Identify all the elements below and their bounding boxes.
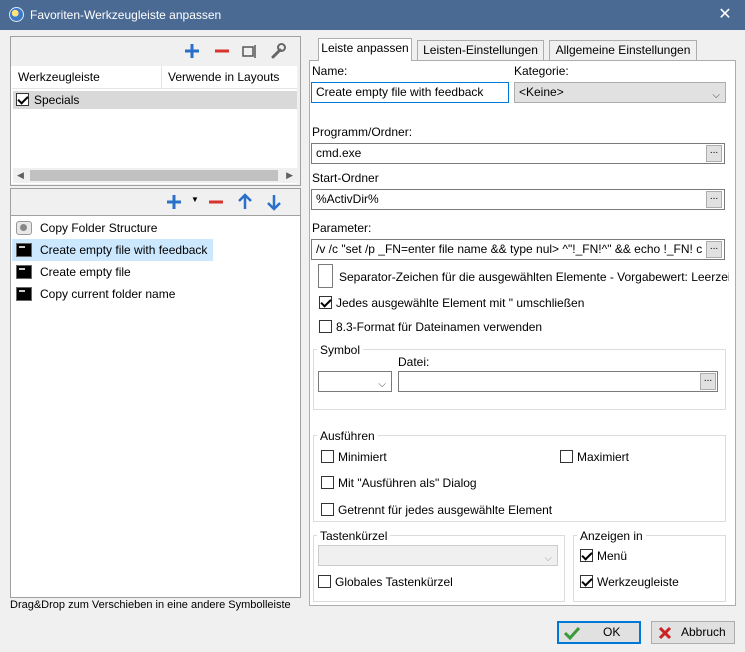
program-input[interactable]: cmd.exe — [311, 143, 725, 164]
execute-group-title: Ausführen — [317, 429, 378, 443]
tab-leisten-einstellungen[interactable]: Leisten-Einstellungen — [417, 40, 544, 60]
file-label: Datei: — [398, 355, 430, 369]
category-select[interactable]: <Keine> ⌵ — [514, 82, 726, 103]
layout-icon[interactable] — [240, 41, 260, 61]
program-label: Programm/Ordner: — [312, 125, 413, 139]
gear-icon — [16, 221, 32, 235]
global-hotkey-checkbox[interactable] — [318, 575, 331, 588]
runas-label: Mit "Ausführen als" Dialog — [338, 476, 477, 490]
file-browse-button[interactable]: ... — [700, 373, 716, 390]
minimized-checkbox[interactable] — [321, 450, 334, 463]
console-icon — [16, 243, 32, 257]
parameter-browse-button[interactable]: ... — [706, 241, 722, 258]
maximized-checkbox[interactable] — [560, 450, 573, 463]
console-icon — [16, 265, 32, 279]
commands-toolbar: ▼ — [164, 191, 294, 213]
quote-label: Jedes ausgewählte Element mit " umschlie… — [336, 296, 585, 310]
minimized-label: Minimiert — [338, 450, 387, 464]
tab-leiste-anpassen[interactable]: Leiste anpassen — [318, 38, 412, 61]
scroll-thumb[interactable] — [30, 170, 278, 181]
list-item[interactable]: Copy current folder name — [12, 283, 181, 305]
chevron-down-icon: ⌵ — [378, 379, 386, 390]
maximized-label: Maximiert — [577, 450, 630, 464]
show-menu-checkbox[interactable] — [580, 549, 593, 562]
wrench-icon[interactable] — [268, 41, 288, 61]
list-item[interactable]: Create empty file — [12, 261, 137, 283]
show-in-group — [573, 535, 726, 602]
list-item-label: Create empty file — [40, 265, 131, 279]
remove-icon[interactable] — [212, 41, 232, 61]
chevron-down-icon: ⌵ — [712, 90, 720, 101]
start-folder-label: Start-Ordner — [312, 171, 379, 185]
show-menu-label: Menü — [597, 549, 628, 563]
show-toolbar-checkbox[interactable] — [580, 575, 593, 588]
cancel-label: Abbruch — [681, 625, 726, 639]
category-value: <Keine> — [519, 85, 564, 99]
short-name-checkbox[interactable] — [319, 320, 332, 333]
close-button[interactable]: ✕ — [705, 0, 745, 30]
separator-input[interactable] — [318, 264, 333, 288]
column-header-layouts[interactable]: Verwende in Layouts — [162, 66, 297, 89]
list-item-label: Copy Folder Structure — [40, 221, 158, 235]
tab-allgemeine-einstellungen[interactable]: Allgemeine Einstellungen — [549, 40, 697, 60]
check-icon — [563, 626, 581, 640]
symbol-select[interactable]: ⌵ — [318, 371, 392, 392]
close-icon — [658, 626, 672, 640]
separate-label: Getrennt für jedes ausgewählte Element — [338, 503, 553, 517]
name-input[interactable]: Create empty file with feedback — [311, 82, 509, 103]
console-icon — [16, 287, 32, 301]
arrow-down-icon[interactable] — [264, 192, 284, 212]
add-icon[interactable] — [164, 192, 184, 212]
show-in-group-title: Anzeigen in — [577, 529, 646, 543]
runas-checkbox[interactable] — [321, 476, 334, 489]
short-name-label: 8.3-Format für Dateinamen verwenden — [336, 320, 543, 334]
global-hotkey-label: Globales Tastenkürzel — [335, 575, 453, 589]
row-label: Specials — [34, 93, 80, 107]
scroll-right-icon[interactable]: ▶ — [286, 171, 293, 180]
list-item-selected[interactable]: Create empty file with feedback — [12, 239, 214, 261]
ok-label: OK — [603, 625, 621, 639]
add-icon[interactable] — [182, 41, 202, 61]
name-label: Name: — [312, 64, 348, 78]
drag-hint: Drag&Drop zum Verschieben in eine andere… — [10, 599, 291, 611]
specials-checkbox[interactable] — [16, 93, 29, 106]
window-title: Favoriten-Werkzeugleiste anpassen — [30, 8, 222, 22]
parameter-input[interactable]: /v /c "set /p _FN=enter file name && typ… — [311, 239, 725, 260]
hotkey-group-title: Tastenkürzel — [317, 529, 391, 543]
start-folder-browse-button[interactable]: ... — [706, 191, 722, 208]
list-item-label: Copy current folder name — [40, 287, 176, 301]
table-row[interactable]: Specials — [13, 91, 297, 109]
ok-button[interactable]: OK — [557, 621, 641, 644]
quote-checkbox[interactable] — [319, 296, 332, 309]
symbol-group-title: Symbol — [317, 343, 364, 357]
chevron-down-icon[interactable]: ▼ — [191, 195, 199, 204]
separate-checkbox[interactable] — [321, 503, 334, 516]
parameter-label: Parameter: — [312, 221, 372, 235]
arrow-up-icon[interactable] — [235, 192, 255, 212]
category-label: Kategorie: — [514, 64, 569, 78]
column-header-toolbar[interactable]: Werkzeugleiste — [12, 66, 162, 89]
chevron-down-icon: ⌵ — [544, 553, 552, 564]
hotkey-select[interactable]: ⌵ — [318, 545, 558, 566]
horizontal-scrollbar[interactable]: ◀ ▶ — [13, 168, 297, 183]
remove-icon[interactable] — [206, 192, 226, 212]
app-icon — [9, 7, 24, 22]
start-folder-input[interactable]: %ActivDir% — [311, 189, 725, 210]
cancel-button[interactable]: Abbruch — [651, 621, 735, 644]
list-item-label: Create empty file with feedback — [40, 243, 208, 257]
separator-label: Separator-Zeichen für die ausgewählten E… — [339, 270, 729, 284]
toolbar-actions — [180, 40, 300, 62]
show-toolbar-label: Werkzeugleiste — [597, 575, 679, 589]
scroll-left-icon[interactable]: ◀ — [17, 171, 24, 180]
file-input[interactable] — [398, 371, 718, 392]
list-item[interactable]: Copy Folder Structure — [12, 217, 163, 239]
title-bar: Favoriten-Werkzeugleiste anpassen ✕ — [0, 0, 745, 30]
program-browse-button[interactable]: ... — [706, 145, 722, 162]
